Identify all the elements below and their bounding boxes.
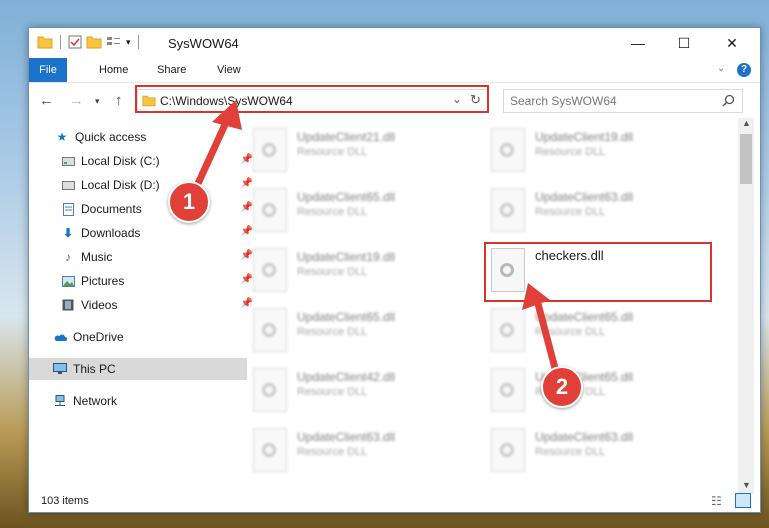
annotation-arrows (192, 100, 560, 373)
callout-1-badge: 1 (168, 181, 210, 223)
callout-2-badge: 2 (541, 366, 583, 408)
arrow-1 (192, 100, 242, 190)
arrow-2 (522, 283, 560, 373)
